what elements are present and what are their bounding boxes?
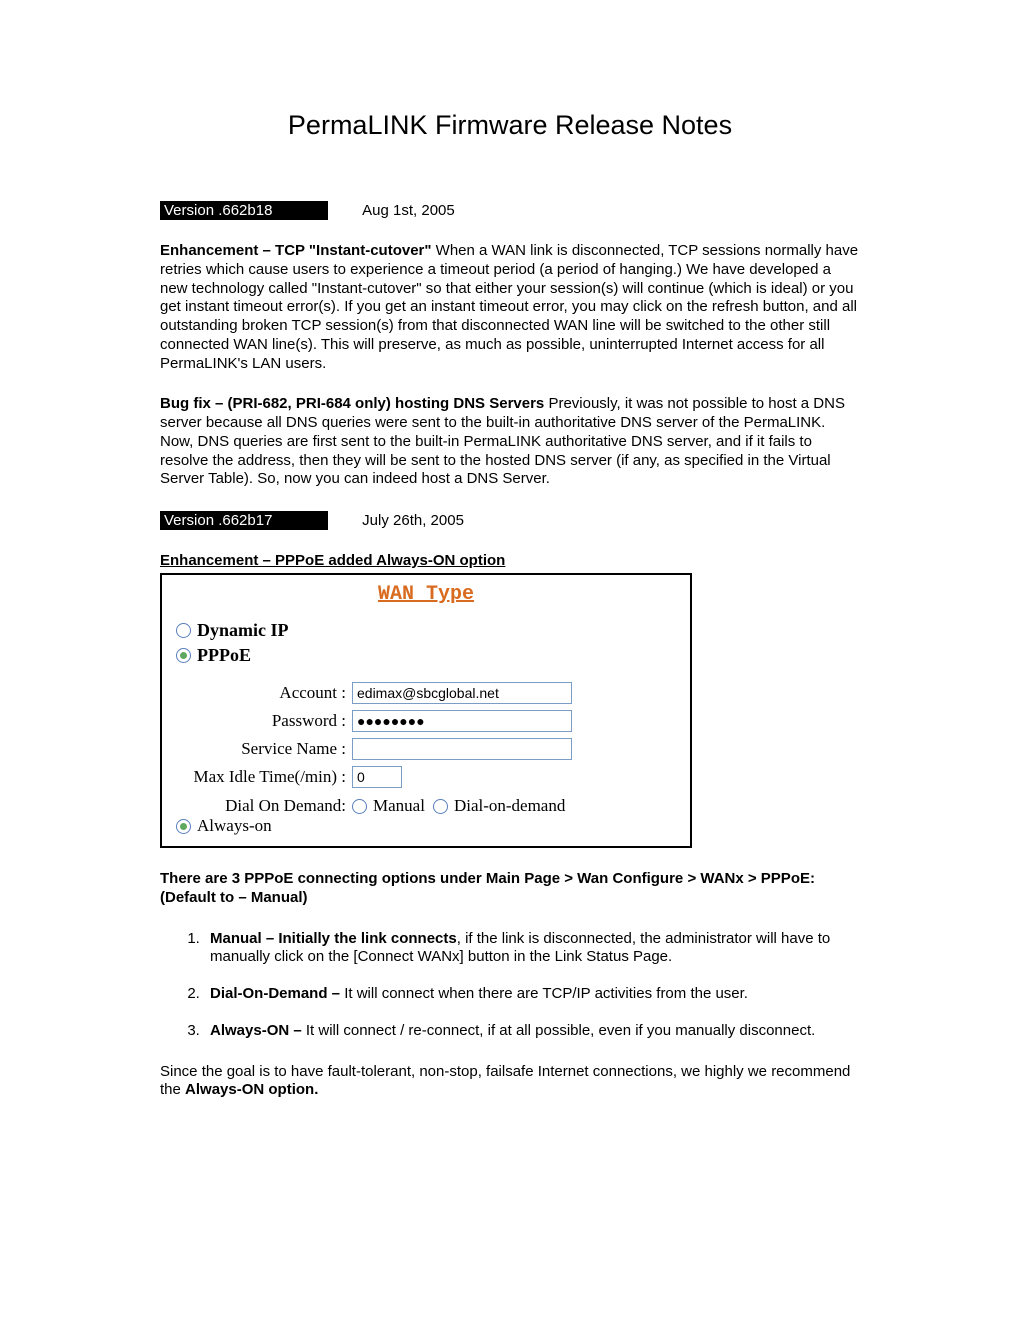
- list-item: Always-ON – It will connect / re-connect…: [204, 1022, 860, 1041]
- idle-input[interactable]: 0: [352, 766, 402, 788]
- radio-icon: [176, 648, 191, 663]
- bold-lead: Dial-On-Demand –: [210, 985, 344, 1002]
- bold-lead: Enhancement – TCP "Instant-cutover": [160, 242, 436, 259]
- pppoe-options-intro: There are 3 PPPoE connecting options und…: [160, 870, 860, 908]
- paragraph-bugfix-dns: Bug fix – (PRI-682, PRI-684 only) hostin…: [160, 395, 860, 489]
- version-row-2: Version .662b17 July 26th, 2005: [160, 511, 860, 530]
- wan-type-radio-pppoe[interactable]: PPPoE: [176, 645, 676, 666]
- version-badge: Version .662b18: [160, 201, 328, 220]
- service-label: Service Name :: [176, 739, 352, 759]
- section-heading-pppoe: Enhancement – PPPoE added Always-ON opti…: [160, 552, 860, 569]
- version-date: Aug 1st, 2005: [362, 202, 455, 219]
- document-page: PermaLINK Firmware Release Notes Version…: [0, 0, 1020, 1202]
- page-title: PermaLINK Firmware Release Notes: [160, 110, 860, 141]
- pppoe-form: Account : edimax@sbcglobal.net Password …: [176, 682, 676, 836]
- version-row-1: Version .662b18 Aug 1st, 2005: [160, 201, 860, 220]
- body-text: It will connect when there are TCP/IP ac…: [344, 985, 748, 1002]
- dial-radio-manual[interactable]: Manual: [352, 796, 425, 816]
- list-item: Manual – Initially the link connects, if…: [204, 930, 860, 968]
- service-input[interactable]: [352, 738, 572, 760]
- dial-radio-alwayson[interactable]: Always-on: [176, 816, 272, 836]
- radio-icon: [433, 799, 448, 814]
- bold-lead: Always-ON –: [210, 1022, 306, 1039]
- bold-lead: Always-ON option.: [185, 1081, 318, 1098]
- bold-lead: Bug fix – (PRI-682, PRI-684 only) hostin…: [160, 395, 548, 412]
- radio-icon: [176, 819, 191, 834]
- radio-icon: [352, 799, 367, 814]
- account-row: Account : edimax@sbcglobal.net: [176, 682, 676, 704]
- idle-row: Max Idle Time(/min) : 0: [176, 766, 676, 788]
- password-input[interactable]: ●●●●●●●●: [352, 710, 572, 732]
- body-text: When a WAN link is disconnected, TCP ses…: [160, 242, 858, 372]
- radio-label: Always-on: [197, 816, 272, 836]
- password-label: Password :: [176, 711, 352, 731]
- dial-label: Dial On Demand:: [176, 796, 352, 816]
- bold-lead: Manual – Initially the link connects: [210, 930, 457, 947]
- version-date: July 26th, 2005: [362, 512, 464, 529]
- wan-type-radio-dynamic[interactable]: Dynamic IP: [176, 620, 676, 641]
- paragraph-enhancement-tcp: Enhancement – TCP "Instant-cutover" When…: [160, 242, 860, 373]
- radio-label: PPPoE: [197, 645, 251, 666]
- account-input[interactable]: edimax@sbcglobal.net: [352, 682, 572, 704]
- pppoe-options-list: Manual – Initially the link connects, if…: [204, 930, 860, 1041]
- radio-label: Dial-on-demand: [454, 796, 565, 816]
- radio-icon: [176, 623, 191, 638]
- wan-type-panel: WAN Type Dynamic IP PPPoE Account : edim…: [160, 573, 692, 848]
- radio-label: Dynamic IP: [197, 620, 289, 641]
- idle-label: Max Idle Time(/min) :: [176, 767, 352, 787]
- service-row: Service Name :: [176, 738, 676, 760]
- password-row: Password : ●●●●●●●●: [176, 710, 676, 732]
- dial-on-demand-row: Dial On Demand: Manual Dial-on-demand Al…: [176, 796, 676, 836]
- body-text: It will connect / re-connect, if at all …: [306, 1022, 815, 1039]
- list-item: Dial-On-Demand – It will connect when th…: [204, 985, 860, 1004]
- wan-type-header: WAN Type: [176, 583, 676, 606]
- recommendation-para: Since the goal is to have fault-tolerant…: [160, 1063, 860, 1101]
- radio-label: Manual: [373, 796, 425, 816]
- dial-radio-dialondemand[interactable]: Dial-on-demand: [433, 796, 565, 816]
- version-badge: Version .662b17: [160, 511, 328, 530]
- account-label: Account :: [176, 683, 352, 703]
